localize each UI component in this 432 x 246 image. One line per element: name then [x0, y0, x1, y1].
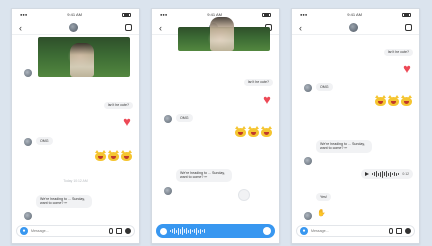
emoji-row	[95, 150, 132, 161]
timestamp: Today 10:12 AM	[63, 179, 88, 183]
sender-avatar	[164, 115, 172, 123]
heart-icon: ♥	[263, 92, 271, 107]
nav-bar: ‹	[292, 21, 419, 35]
received-message: OMG	[316, 83, 333, 92]
dog-image	[210, 17, 234, 51]
sender-avatar	[304, 212, 312, 220]
crying-cat-emoji	[261, 126, 272, 137]
sender-avatar	[24, 212, 32, 220]
info-icon[interactable]	[125, 24, 132, 31]
camera-icon[interactable]: ●	[300, 227, 308, 235]
sender-avatar	[24, 69, 32, 77]
status-time: 9:41 AM	[67, 12, 82, 17]
voice-duration: 0:12	[402, 172, 409, 176]
mic-icon[interactable]	[389, 228, 393, 234]
crying-cat-emoji	[375, 95, 386, 106]
battery-icon	[402, 13, 411, 17]
chevron-left-icon[interactable]: ‹	[299, 21, 302, 35]
voice-recorder-bar[interactable]	[156, 224, 275, 238]
received-message: We're heading to ... Sunday, want to com…	[176, 169, 232, 182]
contact-avatar[interactable]	[349, 23, 358, 32]
message-input[interactable]	[311, 227, 386, 235]
phone-screen-3: ●●● 9:41 AM ‹ Isn't he cute? ♥ OMG We're…	[291, 8, 420, 244]
info-icon[interactable]	[405, 24, 412, 31]
status-time: 9:41 AM	[347, 12, 362, 17]
status-bar: ●●● 9:41 AM	[12, 9, 139, 21]
crying-cat-emoji	[248, 126, 259, 137]
message-composer: ●	[296, 225, 415, 237]
plus-icon[interactable]	[125, 228, 131, 234]
crying-cat-emoji	[121, 150, 132, 161]
sender-avatar	[24, 138, 32, 146]
waveform	[170, 227, 260, 235]
signal-icon: ●●●	[300, 12, 308, 17]
received-message: We're heading to ... Sunday, want to com…	[36, 195, 92, 208]
received-message: Yes!	[316, 193, 331, 202]
signal-icon: ●●●	[20, 12, 28, 17]
sender-avatar	[304, 157, 312, 165]
message-composer: ●	[16, 225, 135, 237]
received-message: OMG	[36, 137, 53, 146]
phone-screen-1: ●●● 9:41 AM ‹ Isn't he cute? ♥ OMG Today…	[11, 8, 140, 244]
emoji-row	[375, 95, 412, 106]
status-bar: ●●● 9:41 AM	[292, 9, 419, 21]
plus-icon[interactable]	[405, 228, 411, 234]
received-message: OMG	[176, 114, 193, 123]
mic-icon[interactable]	[238, 189, 250, 201]
gallery-icon[interactable]	[116, 228, 122, 234]
sender-avatar	[304, 84, 312, 92]
send-icon[interactable]	[263, 227, 271, 235]
trash-icon[interactable]	[160, 227, 167, 235]
message-input[interactable]	[31, 227, 106, 235]
play-icon[interactable]	[365, 172, 370, 176]
signal-icon: ●●●	[160, 12, 168, 17]
shared-photo[interactable]	[38, 37, 130, 77]
crying-cat-emoji	[95, 150, 106, 161]
phone-screen-2: ●●● 9:41 AM ‹ Isn't he cute? ♥ OMG We're…	[151, 8, 280, 244]
gallery-icon[interactable]	[396, 228, 402, 234]
heart-icon: ♥	[403, 61, 411, 76]
emoji-row	[235, 126, 272, 137]
wave-hand-emoji: ✋	[317, 210, 326, 217]
voice-message[interactable]: 0:12	[361, 169, 413, 179]
sent-message: Isn't he cute?	[243, 79, 273, 86]
crying-cat-emoji	[108, 150, 119, 161]
sent-message: Isn't he cute?	[103, 102, 133, 109]
received-message: We're heading to ... Sunday, want to com…	[316, 140, 372, 153]
dog-image	[70, 43, 94, 77]
camera-icon[interactable]: ●	[20, 227, 28, 235]
battery-icon	[122, 13, 131, 17]
chevron-left-icon[interactable]: ‹	[19, 21, 22, 35]
crying-cat-emoji	[388, 95, 399, 106]
mic-icon[interactable]	[109, 228, 113, 234]
crying-cat-emoji	[401, 95, 412, 106]
sender-avatar	[164, 187, 172, 195]
nav-bar: ‹	[12, 21, 139, 35]
shared-photo[interactable]	[178, 17, 270, 51]
crying-cat-emoji	[235, 126, 246, 137]
heart-icon: ♥	[123, 114, 131, 129]
sent-message: Isn't he cute?	[383, 49, 413, 56]
contact-avatar[interactable]	[69, 23, 78, 32]
chevron-left-icon[interactable]: ‹	[159, 21, 162, 35]
battery-icon	[262, 13, 271, 17]
